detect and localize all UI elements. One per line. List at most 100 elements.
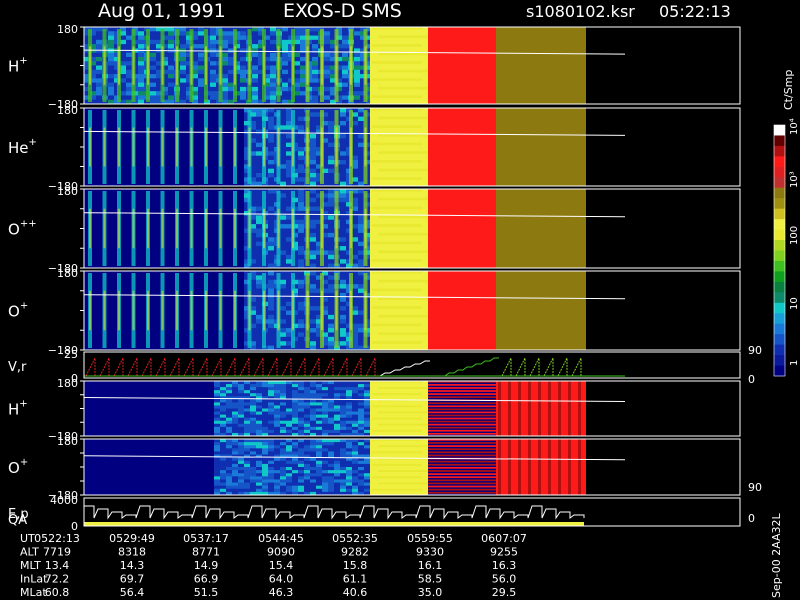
panel-ytick-top: 25 [64,348,78,361]
footer-cell: 51.5 [194,586,219,599]
footer-row-label: UT [20,532,35,545]
panel-label-2: QA [8,513,27,528]
panel-label: H+ [8,399,28,419]
colorbar-unit: Ct/Smp [782,70,795,110]
footer-cell: 61.1 [343,573,368,586]
colorbar-tick: 10 [789,297,800,310]
colorbar-swatch [774,334,785,346]
footer-cell: 0522:13 [34,532,80,545]
panel-7: 180−180O+ [8,435,741,502]
colorbar-swatch [774,250,785,262]
panel-ytick-top: 180 [57,23,78,36]
panel-label: V,r [8,360,27,375]
footer-row-label: MLT [20,559,41,572]
footer-cell: 0544:45 [258,532,304,545]
panel-ytick-top: 180 [57,185,78,198]
colorbar-swatch [774,260,785,272]
header-file: s1080102.ksr [526,2,635,21]
footer-cell: 0552:35 [332,532,378,545]
colorbar-tick: 10⁴ [789,118,800,135]
side-pitch-top: 90 [748,344,762,357]
panel-1: 180−180H+ [8,23,741,111]
colorbar-swatch [774,344,785,356]
footer-cell: 56.0 [492,573,517,586]
footer-stamp: Sep-00 2AA32L [770,512,783,598]
colorbar-swatch [774,177,785,189]
footer-cell: 8318 [118,546,146,559]
colorbar-swatch [774,323,785,335]
footer-cell: 64.0 [269,573,294,586]
footer-cell: 35.0 [418,586,443,599]
colorbar-swatch [774,302,785,314]
footer-cell: 9090 [267,546,295,559]
side-energy-bottom: 0 [748,512,755,525]
panel-label-charge: + [20,457,28,468]
panel-label: O++ [8,219,37,239]
colorbar-swatch [774,166,785,178]
footer-cell: 14.9 [194,559,219,572]
footer-cell: 13.4 [45,559,70,572]
footer-cell: 0529:49 [109,532,155,545]
footer-cell: 58.5 [418,573,443,586]
panel-ytick-top: 4000 [50,494,78,507]
colorbar-swatch [774,135,785,147]
colorbar-swatch [774,229,785,241]
colorbar-swatch [774,292,785,304]
footer-cell: 15.8 [343,559,368,572]
colorbar-tick: 100 [789,226,800,245]
footer-cell: 14.3 [120,559,145,572]
colorbar-swatch [774,240,785,251]
footer-cell: 9255 [490,546,518,559]
exos-d-sms-plot: Aug 01, 1991 EXOS-D SMS s1080102.ksr 05:… [8,0,800,599]
colorbar-swatch [774,219,785,231]
footer-cell: 16.1 [418,559,443,572]
panel-label-charge: + [19,56,27,67]
side-pitch-bottom: 0 [748,373,755,386]
header-instrument: EXOS-D SMS [283,0,402,22]
footer-row-label: ALT [20,546,39,559]
footer-table: UT 0522:13 0529:49 0537:17 0544:45 0552:35 055… [20,532,527,599]
footer-cell: 16.3 [492,559,517,572]
panel-label-charge: ++ [20,219,37,230]
panel-ytick-top: 180 [57,435,78,448]
footer-cell: 66.9 [194,573,219,586]
footer-cell: 7719 [43,546,71,559]
panel-5: 250V,r [8,348,741,385]
panel-label: O+ [8,301,28,321]
colorbar-swatch [774,355,785,367]
colorbar-swatch [774,313,785,325]
footer-cell: 9330 [416,546,444,559]
panel-4: 180−180O+ [8,267,741,357]
colorbar-swatch [774,145,785,157]
panel-label: H+ [8,56,28,76]
colorbar-swatch [774,271,785,283]
colorbar-swatch [774,156,785,168]
colorbar-swatch [774,365,785,377]
panel-label-charge: + [20,301,28,312]
footer-cell: 60.8 [45,586,70,599]
panel-label-charge: + [29,137,37,148]
side-energy-top: 90 [748,481,762,494]
footer-cell: 0537:17 [183,532,229,545]
panel-3: 180−180O++ [8,185,741,275]
footer-cell: 8771 [192,546,220,559]
colorbar-tick: 1 [789,360,800,366]
colorbar-swatch [774,125,785,136]
colorbar: 1 10 100 10³ 10⁴ [773,118,800,377]
panel-6: 180−180H+ [8,377,741,443]
colorbar-tick: 10³ [789,171,800,188]
panel-label-charge: + [19,399,27,410]
colorbar-swatch [774,187,785,199]
footer-cell: 69.7 [120,573,145,586]
panel-2: 180−180He+ [8,104,741,193]
footer-cell: 0559:55 [407,532,453,545]
footer-cell: 0607:07 [481,532,527,545]
panel-label: O+ [8,457,28,477]
panel-ytick-top: 180 [57,377,78,390]
panel-8: 40000E,pQA [8,494,741,533]
footer-cell: 29.5 [492,586,517,599]
colorbar-swatch [774,198,785,210]
panel-ytick-top: 180 [57,267,78,280]
footer-cell: 56.4 [120,586,145,599]
colorbar-swatch [774,281,785,293]
